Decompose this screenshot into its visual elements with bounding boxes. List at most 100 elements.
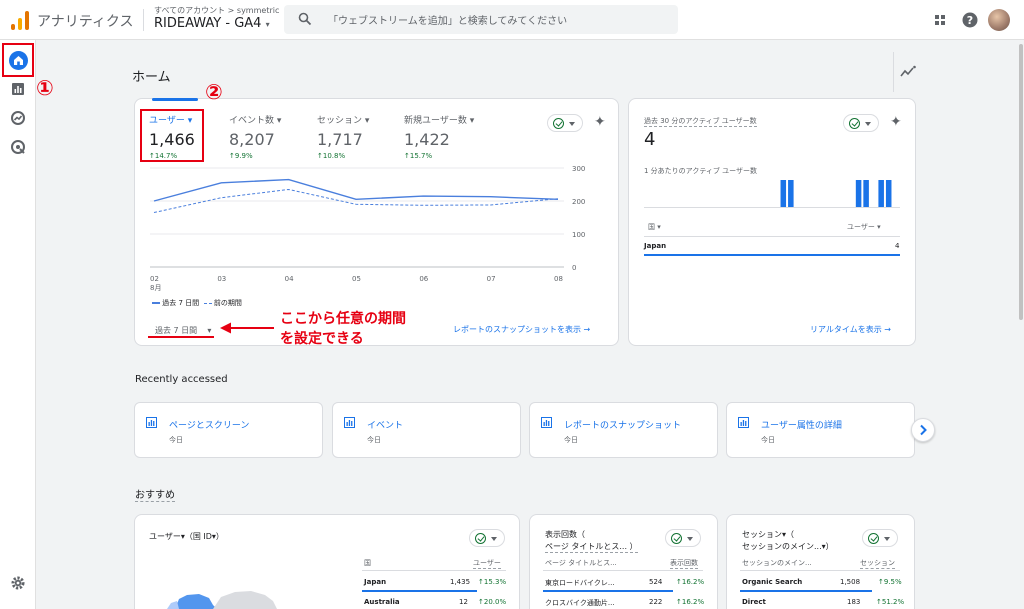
x-tick-label: 08 <box>554 275 563 283</box>
divider <box>740 570 900 571</box>
metric-value: 1,422 <box>404 130 450 149</box>
annotation-callout: ここから任意の期間 を設定できる <box>280 309 406 349</box>
view-realtime-link[interactable]: リアルタイムを表示 → <box>810 324 891 335</box>
page-scrollbar[interactable] <box>1019 44 1023 320</box>
row-name: Australia <box>364 598 400 606</box>
report-icon <box>738 417 749 428</box>
row-change: ↑16.2% <box>676 598 705 606</box>
annotation-highlight-box <box>140 109 204 162</box>
card-heading-line-2[interactable]: セッションのメイン...▾） <box>742 541 834 552</box>
col-header: セッションのメイン... <box>742 559 812 567</box>
row-bar <box>362 590 477 592</box>
top-bar: アナリティクス すべてのアカウント > symmetric RIDEAWAY -… <box>0 0 1024 40</box>
row-bar <box>644 254 900 256</box>
metric-change: ↑15.7% <box>404 152 433 160</box>
avatar[interactable] <box>988 9 1010 31</box>
metric-label: セッション <box>317 116 363 126</box>
chevron-down-icon <box>865 122 871 126</box>
data-quality-dropdown[interactable] <box>547 114 583 132</box>
recent-item-date: 今日 <box>564 436 578 444</box>
reports-icon[interactable] <box>9 80 27 98</box>
realtime-value: 4 <box>644 129 656 150</box>
advertising-icon[interactable] <box>9 138 27 156</box>
metric-events[interactable]: イベント数 ▾ 8,207 ↑9.9% <box>229 113 281 160</box>
realtime-bar-chart <box>644 180 900 208</box>
metric-sessions[interactable]: セッション ▾ 1,717 ↑10.8% <box>317 113 369 160</box>
home-nav-button[interactable] <box>9 51 28 70</box>
property-selector[interactable]: RIDEAWAY - GA4 ▾ <box>154 16 270 31</box>
chevron-down-icon: ▾ <box>265 20 270 29</box>
row-value: 222 <box>649 598 663 606</box>
world-map-image <box>167 591 277 609</box>
realtime-col-country[interactable]: 国 ▾ <box>648 222 661 232</box>
view-snapshot-link[interactable]: レポートのスナップショットを表示 → <box>453 324 590 335</box>
legend-dashed-swatch <box>203 302 212 304</box>
card-heading-line-1[interactable]: セッション▾（ <box>742 529 794 540</box>
date-range-selector[interactable]: 過去 7 日間 ▾ <box>155 325 211 336</box>
analytics-logo-icon[interactable] <box>10 10 30 30</box>
realtime-col-users[interactable]: ユーザー ▾ <box>847 222 881 232</box>
col-header: 国 <box>648 223 655 231</box>
annotation-marker-1: ① <box>36 76 54 100</box>
y-tick-label: 200 <box>572 198 585 206</box>
recent-item-label: レポートのスナップショット <box>564 421 682 431</box>
card-heading[interactable]: ユーザー▾（国 ID▾） <box>149 531 224 542</box>
row-value: 1,435 <box>450 578 471 586</box>
divider <box>143 9 144 31</box>
carousel-next-button[interactable] <box>911 418 935 442</box>
annotation-marker-2: ② <box>205 80 223 104</box>
x-tick-label: 06 <box>419 275 429 283</box>
x-tick-label: 03 <box>217 275 227 283</box>
data-quality-dropdown[interactable] <box>862 529 898 547</box>
divider <box>543 570 703 571</box>
card-heading-line-2[interactable]: ページ タイトルとス... ） <box>545 541 638 553</box>
search-icon <box>298 12 312 26</box>
data-quality-dropdown[interactable] <box>469 529 505 547</box>
sparkle-insights-icon[interactable]: ✦ <box>890 114 902 130</box>
row-change: ↑51.2% <box>876 598 905 606</box>
chevron-down-icon <box>491 537 497 541</box>
metric-new-users[interactable]: 新規ユーザー数 ▾ 1,422 ↑15.7% <box>404 113 474 160</box>
row-name: 東京ロードバイクレ... <box>545 579 615 587</box>
col-header: セッション <box>860 559 895 569</box>
recent-item[interactable]: レポートのスナップショット 今日 <box>529 402 718 458</box>
row-change: ↑20.0% <box>478 598 507 606</box>
realtime-subtitle: 1 分あたりのアクティブ ユーザー数 <box>644 167 757 175</box>
realtime-bar <box>863 180 869 208</box>
realtime-bar <box>788 180 794 208</box>
divider <box>362 570 506 571</box>
x-tick-label: 04 <box>284 275 294 283</box>
data-quality-dropdown[interactable] <box>665 529 701 547</box>
realtime-bar <box>878 180 884 208</box>
row-value: 183 <box>847 598 861 606</box>
row-change: ↑9.5% <box>878 578 902 586</box>
home-icon <box>14 56 23 65</box>
x-month-label: 8月 <box>150 284 162 292</box>
row-name: Organic Search <box>742 578 803 586</box>
line-chart: 300 200 100 0 <box>150 165 585 272</box>
data-quality-dropdown[interactable] <box>843 114 879 132</box>
help-icon[interactable]: ? <box>961 11 979 29</box>
legend-solid-swatch <box>152 302 160 304</box>
metric-label: 新規ユーザー数 <box>404 116 467 126</box>
recent-item[interactable]: イベント 今日 <box>332 402 521 458</box>
account-path[interactable]: すべてのアカウント > symmetric <box>154 5 279 16</box>
check-circle-icon <box>868 533 879 544</box>
apps-grid-icon[interactable] <box>931 11 949 29</box>
annotation-underline <box>148 336 214 338</box>
metric-change: ↑10.8% <box>317 152 346 160</box>
sparkle-insights-icon[interactable]: ✦ <box>594 114 606 130</box>
row-value: 524 <box>649 578 663 586</box>
search-box[interactable]: 「ウェブストリームを追加」と検索してみてください <box>284 5 678 34</box>
insights-trend-icon[interactable] <box>899 65 917 79</box>
recent-item[interactable]: ユーザー属性の詳細 今日 <box>726 402 915 458</box>
chevron-down-icon <box>687 537 693 541</box>
property-name: RIDEAWAY - GA4 <box>154 16 262 31</box>
settings-gear-icon[interactable] <box>9 574 27 592</box>
explore-icon[interactable] <box>9 109 27 127</box>
date-range-label: 過去 7 日間 <box>155 326 198 335</box>
x-tick-label: 02 <box>150 275 159 283</box>
check-circle-icon <box>553 118 564 129</box>
metric-label: イベント数 <box>229 116 275 126</box>
recent-item[interactable]: ページとスクリーン 今日 <box>134 402 323 458</box>
